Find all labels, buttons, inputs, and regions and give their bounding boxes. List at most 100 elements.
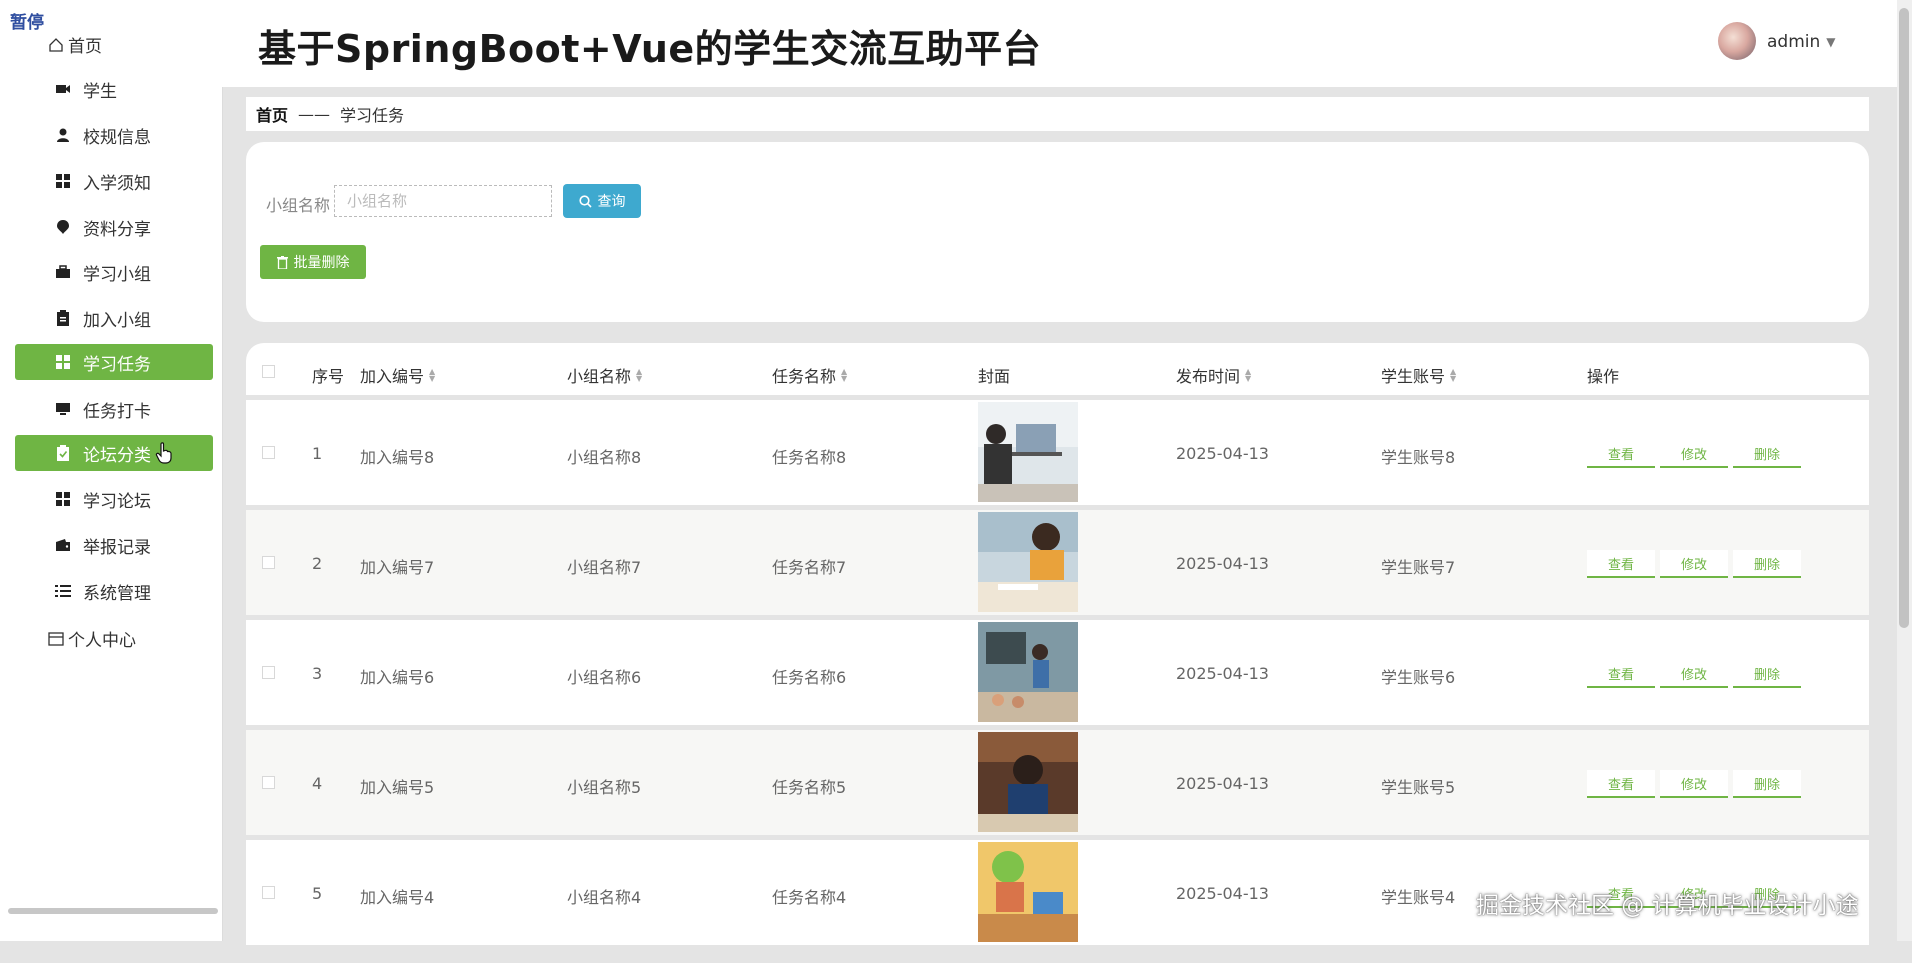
- sidebar: 首页 学生 校规信息 入学须知 资料分享 学习小组 加入小组 学习任务 任务打卡…: [0, 0, 223, 941]
- list-icon: [55, 583, 71, 599]
- sidebar-item-label: 学生: [83, 81, 117, 102]
- row-checkbox[interactable]: [262, 776, 275, 789]
- user-icon: [55, 127, 71, 143]
- sort-icon[interactable]: ▲ ▼: [1450, 368, 1456, 383]
- cell-task: 任务名称8: [772, 448, 847, 467]
- delete-button[interactable]: 删除: [1733, 550, 1801, 578]
- cell-time: 2025-04-13: [1176, 554, 1269, 573]
- watermark: 掘金技术社区 @ 计算机毕业设计小途: [1476, 893, 1859, 919]
- sidebar-home[interactable]: 首页: [48, 32, 102, 57]
- edit-button[interactable]: 修改: [1660, 550, 1728, 578]
- delete-button[interactable]: 删除: [1733, 770, 1801, 798]
- table-header: 序号 加入编号 ▲ ▼ 小组名称 ▲ ▼ 任务名称 ▲ ▼ 封面 发布时间 ▲ ▼ 学生账号 ▲ ▼…: [246, 343, 1869, 400]
- row-checkbox[interactable]: [262, 556, 275, 569]
- select-all-checkbox[interactable]: [262, 365, 275, 378]
- sidebar-item-label: 学习任务: [83, 354, 151, 375]
- row-actions: 查看 修改 删除: [1587, 550, 1801, 578]
- table-row: 2 加入编号7 小组名称7 任务名称7 2025-04-13 学生账号7 查看 …: [246, 510, 1869, 615]
- cell-join-no: 加入编号7: [360, 558, 435, 577]
- edit-button[interactable]: 修改: [1660, 660, 1728, 688]
- sidebar-item-study-group[interactable]: 学习小组: [15, 254, 213, 290]
- sidebar-item-report-records[interactable]: 举报记录: [15, 527, 213, 563]
- cover-image[interactable]: [978, 512, 1078, 612]
- sidebar-scrollbar[interactable]: [8, 908, 218, 914]
- sidebar-item-system[interactable]: 系统管理: [15, 573, 213, 609]
- col-header-account[interactable]: 学生账号 ▲ ▼: [1381, 363, 1456, 387]
- data-table: 序号 加入编号 ▲ ▼ 小组名称 ▲ ▼ 任务名称 ▲ ▼ 封面 发布时间 ▲ ▼ 学生账号 ▲ ▼…: [246, 343, 1869, 963]
- caret-down-icon: ▼: [1826, 35, 1836, 49]
- breadcrumb-home[interactable]: 首页: [256, 102, 288, 126]
- sidebar-item-study-task[interactable]: 学习任务: [15, 344, 213, 380]
- view-button[interactable]: 查看: [1587, 440, 1655, 468]
- cell-join-no: 加入编号6: [360, 668, 435, 687]
- search-input[interactable]: [334, 185, 552, 217]
- view-button[interactable]: 查看: [1587, 660, 1655, 688]
- header: 基于SpringBoot+Vue的学生交流互助平台 admin ▼: [222, 0, 1912, 87]
- sidebar-item-school-rules[interactable]: 校规信息: [15, 117, 213, 153]
- user-menu[interactable]: admin ▼: [1767, 32, 1836, 52]
- cover-image[interactable]: [978, 732, 1078, 832]
- row-actions: 查看 修改 删除: [1587, 440, 1801, 468]
- page-title: 基于SpringBoot+Vue的学生交流互助平台: [258, 27, 1042, 71]
- sort-icon[interactable]: ▲ ▼: [841, 368, 847, 383]
- cell-account: 学生账号5: [1381, 778, 1456, 797]
- sidebar-item-join-group[interactable]: 加入小组: [15, 300, 213, 336]
- row-checkbox[interactable]: [262, 446, 275, 459]
- cell-time: 2025-04-13: [1176, 664, 1269, 683]
- sidebar-item-label: 任务打卡: [83, 401, 151, 422]
- grid-icon: [55, 354, 71, 370]
- edit-button[interactable]: 修改: [1660, 440, 1728, 468]
- cell-index: 4: [312, 774, 323, 793]
- table-row: 3 加入编号6 小组名称6 任务名称6 2025-04-13 学生账号6 查看 …: [246, 620, 1869, 725]
- delete-button[interactable]: 删除: [1733, 660, 1801, 688]
- cell-join-no: 加入编号5: [360, 778, 435, 797]
- sort-icon[interactable]: ▲ ▼: [429, 368, 435, 383]
- cover-image[interactable]: [978, 622, 1078, 722]
- cell-account: 学生账号8: [1381, 448, 1456, 467]
- breadcrumb-separator: ——: [298, 104, 331, 124]
- row-checkbox[interactable]: [262, 666, 275, 679]
- sidebar-item-label: 学习小组: [83, 264, 151, 285]
- sidebar-item-student[interactable]: 学生: [15, 71, 213, 107]
- sidebar-item-study-forum[interactable]: 学习论坛: [15, 481, 213, 517]
- breadcrumb: 首页 —— 学习任务: [246, 97, 1869, 131]
- sidebar-item-forum-category[interactable]: 论坛分类: [15, 435, 213, 471]
- sidebar-item-task-checkin[interactable]: 任务打卡: [15, 391, 213, 427]
- view-button[interactable]: 查看: [1587, 770, 1655, 798]
- delete-button[interactable]: 删除: [1733, 440, 1801, 468]
- batch-delete-button[interactable]: 批量删除: [260, 245, 366, 279]
- col-header-task[interactable]: 任务名称 ▲ ▼: [772, 363, 847, 387]
- row-checkbox[interactable]: [262, 886, 275, 899]
- sort-icon[interactable]: ▲ ▼: [1245, 368, 1251, 383]
- sidebar-profile[interactable]: 个人中心: [48, 626, 136, 651]
- sidebar-item-admission[interactable]: 入学须知: [15, 163, 213, 199]
- cell-task: 任务名称5: [772, 778, 847, 797]
- cover-image[interactable]: [978, 402, 1078, 502]
- col-header-group[interactable]: 小组名称 ▲ ▼: [567, 363, 642, 387]
- cell-group: 小组名称7: [567, 558, 642, 577]
- avatar[interactable]: [1718, 22, 1756, 60]
- cell-task: 任务名称7: [772, 558, 847, 577]
- cell-task: 任务名称4: [772, 888, 847, 907]
- cell-join-no: 加入编号8: [360, 448, 435, 467]
- page-scrollbar-thumb[interactable]: [1899, 8, 1909, 628]
- hand-cursor-icon: [155, 442, 172, 464]
- sidebar-item-resources[interactable]: 资料分享: [15, 209, 213, 245]
- search-button[interactable]: 查询: [563, 184, 641, 218]
- edit-button[interactable]: 修改: [1660, 770, 1728, 798]
- cell-account: 学生账号4: [1381, 888, 1456, 907]
- cell-account: 学生账号7: [1381, 558, 1456, 577]
- cover-image[interactable]: [978, 842, 1078, 942]
- cell-index: 5: [312, 884, 323, 903]
- sidebar-item-label: 加入小组: [83, 310, 151, 331]
- pin-icon: [55, 219, 71, 235]
- table-row: 4 加入编号5 小组名称5 任务名称5 2025-04-13 学生账号5 查看 …: [246, 730, 1869, 835]
- view-button[interactable]: 查看: [1587, 550, 1655, 578]
- cell-time: 2025-04-13: [1176, 774, 1269, 793]
- cell-index: 1: [312, 444, 323, 463]
- sort-icon[interactable]: ▲ ▼: [636, 368, 642, 383]
- col-header-join-no[interactable]: 加入编号 ▲ ▼: [360, 363, 435, 387]
- briefcase-icon: [55, 264, 71, 280]
- col-header-time[interactable]: 发布时间 ▲ ▼: [1176, 363, 1251, 387]
- cell-group: 小组名称5: [567, 778, 642, 797]
